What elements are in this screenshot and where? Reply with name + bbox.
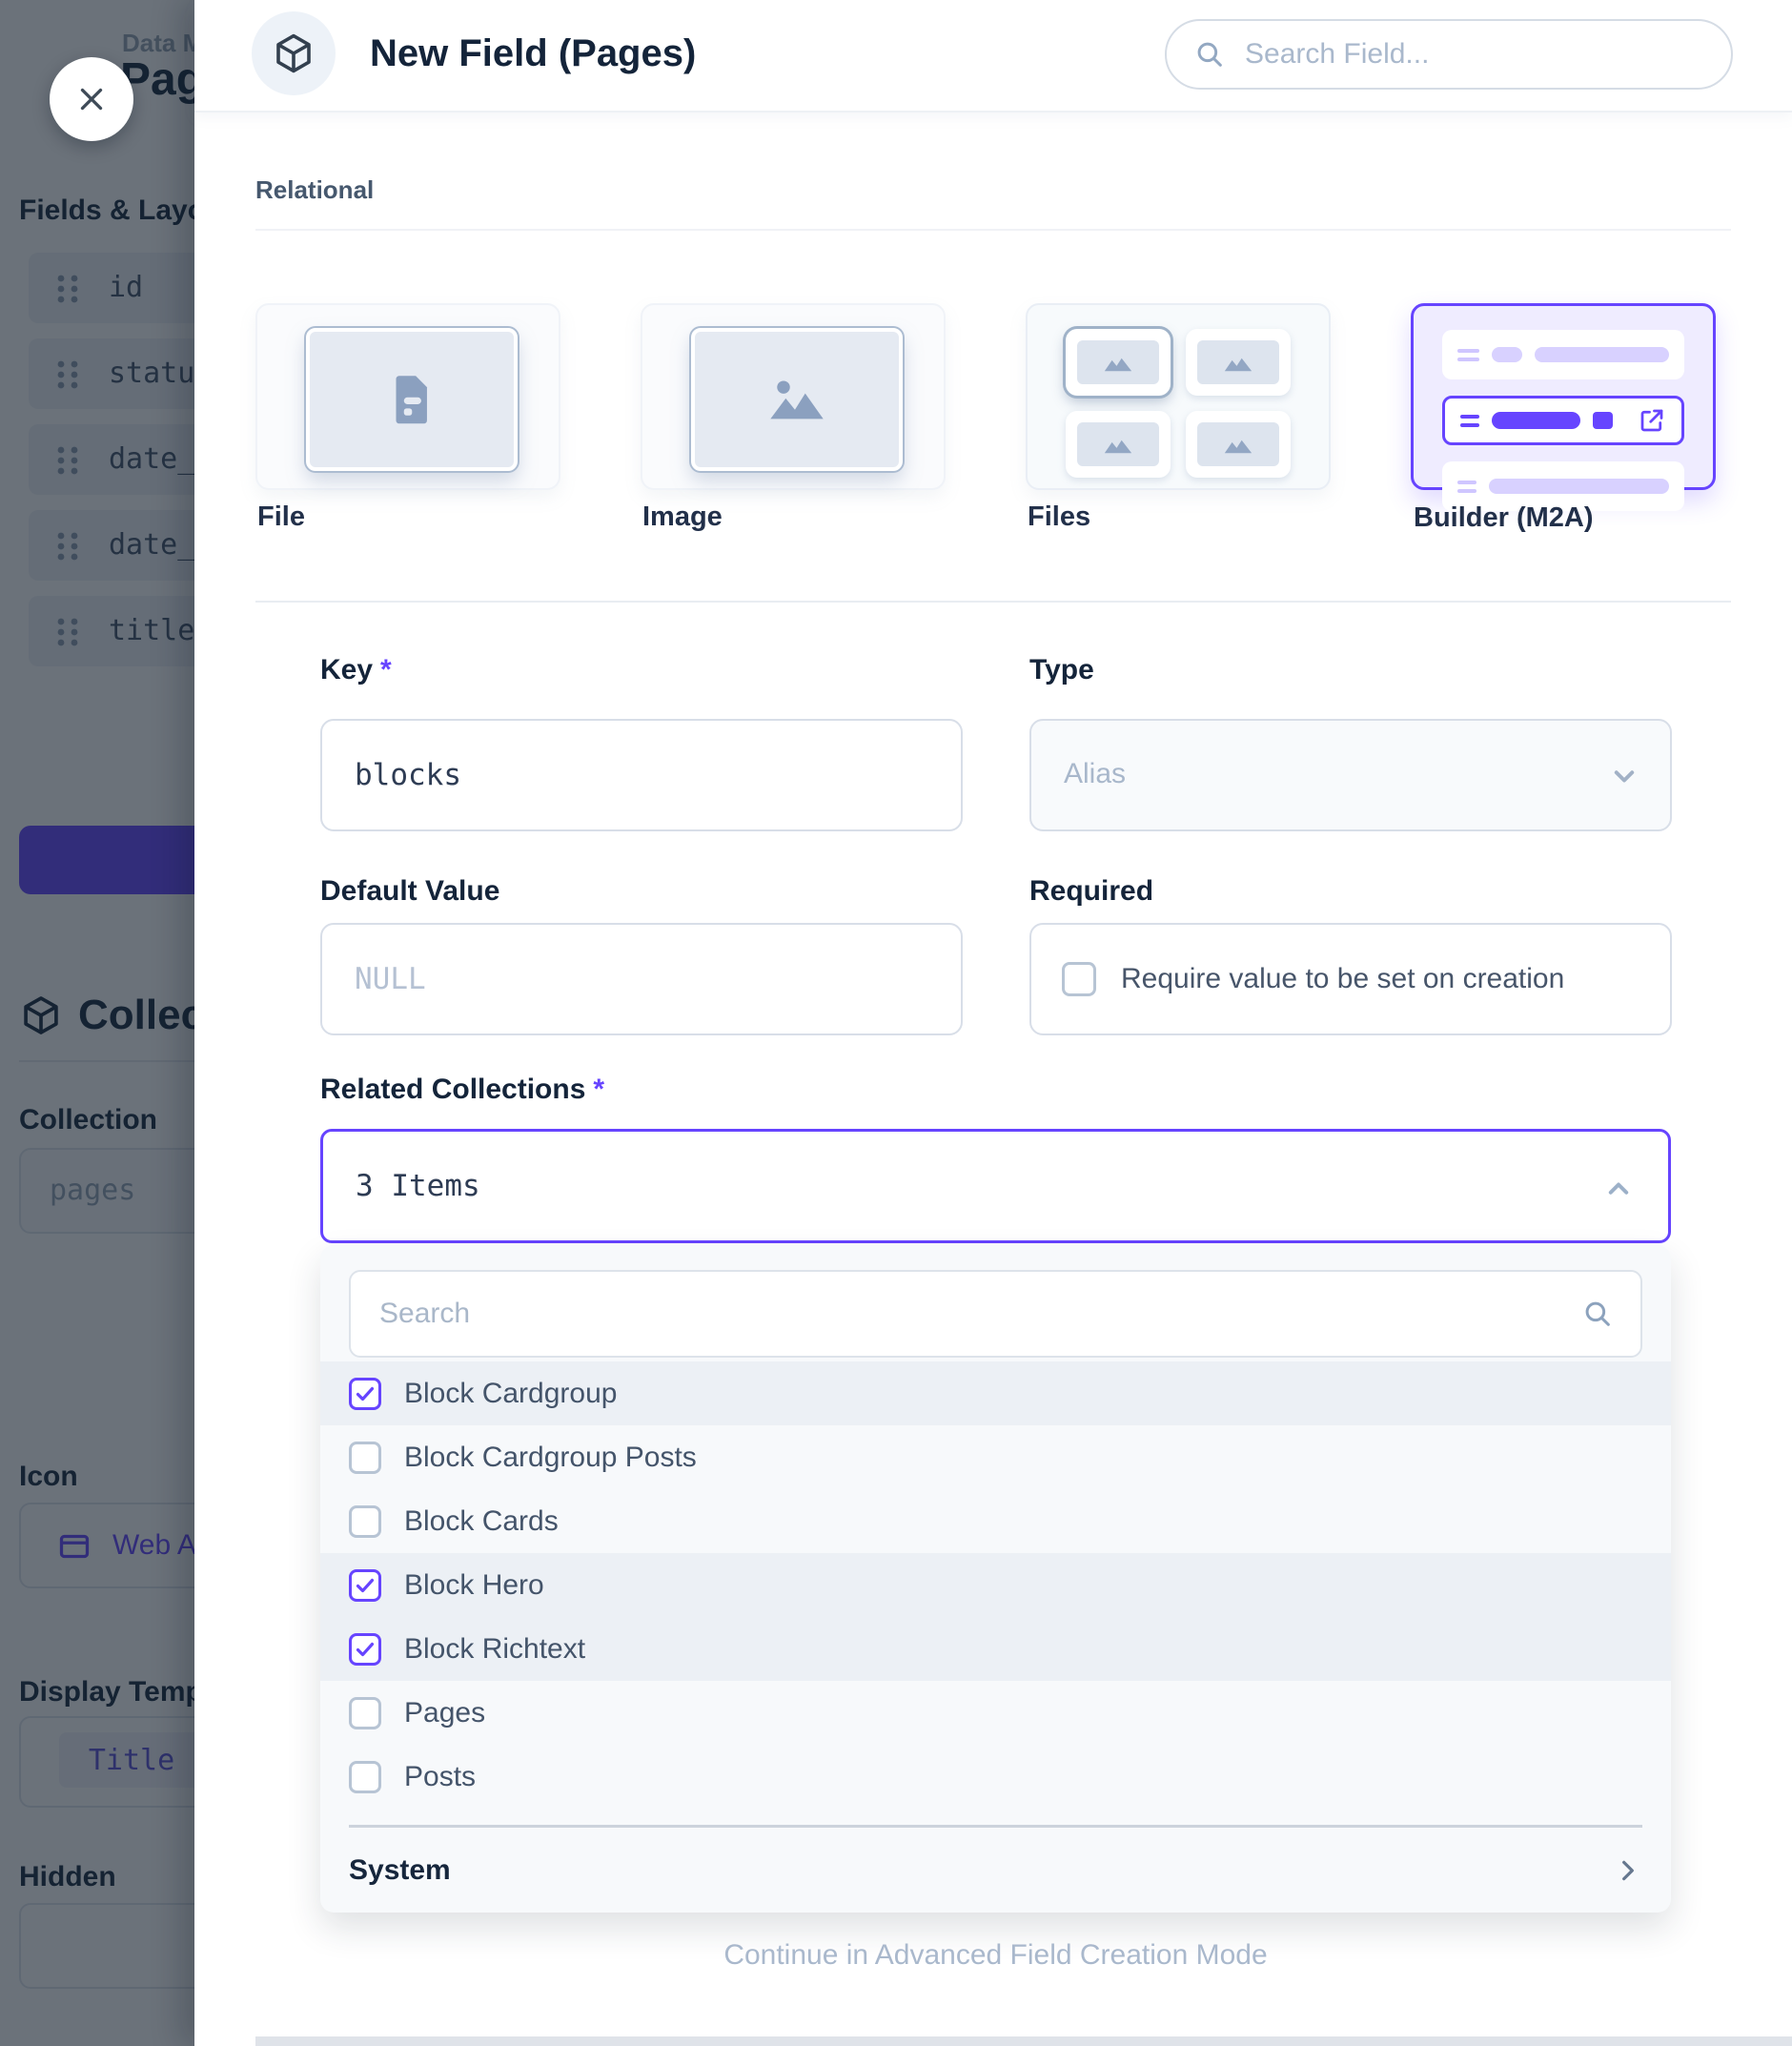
checkbox-icon[interactable] bbox=[1062, 962, 1096, 996]
collection-option[interactable]: Block Richtext bbox=[320, 1617, 1671, 1681]
chevron-up-icon bbox=[1601, 1172, 1636, 1206]
open-in-new-icon bbox=[1638, 406, 1666, 435]
collection-option[interactable]: Block Cardgroup bbox=[320, 1361, 1671, 1425]
field-type-card-image[interactable]: Image bbox=[641, 303, 946, 490]
collection-option[interactable]: Block Hero bbox=[320, 1553, 1671, 1617]
related-collections-dropdown: Block Cardgroup Block Cardgroup Posts Bl… bbox=[320, 1245, 1671, 1913]
builder-row bbox=[1442, 330, 1684, 379]
drawer-header: New Field (Pages) bbox=[194, 0, 1792, 113]
related-collections-value: 3 Items bbox=[356, 1132, 480, 1240]
search-icon bbox=[1581, 1298, 1614, 1330]
checkbox-icon[interactable] bbox=[349, 1505, 381, 1538]
mini-image-tile bbox=[1186, 411, 1291, 478]
required-checkbox-row[interactable]: Require value to be set on creation bbox=[1029, 923, 1672, 1035]
file-thumbnail bbox=[306, 328, 518, 471]
default-value-input[interactable] bbox=[322, 925, 961, 1033]
field-type-card-files[interactable]: Files bbox=[1026, 303, 1331, 490]
collection-option[interactable]: Posts bbox=[320, 1745, 1671, 1809]
key-input-wrap bbox=[320, 719, 963, 831]
mini-image-tile bbox=[1066, 329, 1171, 396]
image-thumbnail bbox=[691, 328, 903, 471]
card-label: Files bbox=[1028, 501, 1090, 533]
mini-image-tile bbox=[1066, 411, 1171, 478]
key-label: Key* bbox=[320, 654, 392, 686]
required-label: Required bbox=[1029, 875, 1153, 908]
dropdown-search-input[interactable] bbox=[377, 1297, 1566, 1331]
checkbox-icon[interactable] bbox=[349, 1633, 381, 1666]
collection-option[interactable]: Block Cards bbox=[320, 1489, 1671, 1553]
image-icon bbox=[764, 366, 830, 433]
close-button[interactable] bbox=[50, 57, 133, 141]
required-asterisk: * bbox=[380, 654, 392, 685]
search-icon bbox=[1193, 38, 1226, 71]
field-search-input[interactable] bbox=[1243, 37, 1704, 72]
drag-handle-icon bbox=[1457, 481, 1476, 493]
chevron-right-icon bbox=[1612, 1855, 1642, 1886]
advanced-mode-link[interactable]: Continue in Advanced Field Creation Mode bbox=[320, 1939, 1671, 1972]
checkbox-icon[interactable] bbox=[349, 1569, 381, 1602]
new-field-drawer: New Field (Pages) Relational File Image … bbox=[194, 0, 1792, 2046]
type-label: Type bbox=[1029, 654, 1094, 686]
card-label: File bbox=[257, 501, 305, 533]
checkbox-icon[interactable] bbox=[349, 1442, 381, 1474]
type-select-value: Alias bbox=[1064, 721, 1126, 828]
card-label: Builder (M2A) bbox=[1414, 502, 1594, 534]
default-value-input-wrap bbox=[320, 923, 963, 1035]
field-type-card-file[interactable]: File bbox=[255, 303, 560, 490]
divider bbox=[349, 1825, 1642, 1828]
divider bbox=[255, 601, 1731, 603]
default-value-label: Default Value bbox=[320, 875, 499, 908]
drag-handle-icon bbox=[1457, 349, 1479, 361]
card-label: Image bbox=[642, 501, 723, 533]
system-group-row[interactable]: System bbox=[320, 1838, 1671, 1903]
required-checkbox-label: Require value to be set on creation bbox=[1121, 963, 1564, 995]
files-thumbnails bbox=[1066, 329, 1291, 478]
builder-row-active bbox=[1442, 396, 1684, 445]
box-icon bbox=[252, 11, 336, 95]
mini-image-tile bbox=[1186, 329, 1291, 396]
required-asterisk: * bbox=[593, 1074, 604, 1105]
checkbox-icon[interactable] bbox=[349, 1761, 381, 1793]
checkbox-icon[interactable] bbox=[349, 1697, 381, 1729]
related-collections-select[interactable]: 3 Items bbox=[320, 1129, 1671, 1243]
field-type-card-builder-m2a[interactable]: Builder (M2A) bbox=[1411, 303, 1716, 490]
divider bbox=[255, 229, 1731, 231]
footer-divider bbox=[255, 2036, 1792, 2046]
chevron-down-icon bbox=[1607, 759, 1641, 793]
field-search[interactable] bbox=[1165, 19, 1733, 90]
document-icon bbox=[380, 368, 443, 431]
relational-section-label: Relational bbox=[255, 175, 374, 205]
dropdown-search[interactable] bbox=[349, 1270, 1642, 1358]
drawer-title: New Field (Pages) bbox=[370, 0, 696, 107]
related-collections-label: Related Collections* bbox=[320, 1074, 604, 1106]
type-select[interactable]: Alias bbox=[1029, 719, 1672, 831]
drag-handle-icon bbox=[1460, 415, 1479, 427]
close-icon bbox=[73, 81, 110, 117]
checkbox-icon[interactable] bbox=[349, 1378, 381, 1410]
key-input[interactable] bbox=[322, 721, 961, 829]
builder-preview bbox=[1442, 330, 1684, 527]
collection-option[interactable]: Block Cardgroup Posts bbox=[320, 1425, 1671, 1489]
collection-option[interactable]: Pages bbox=[320, 1681, 1671, 1745]
